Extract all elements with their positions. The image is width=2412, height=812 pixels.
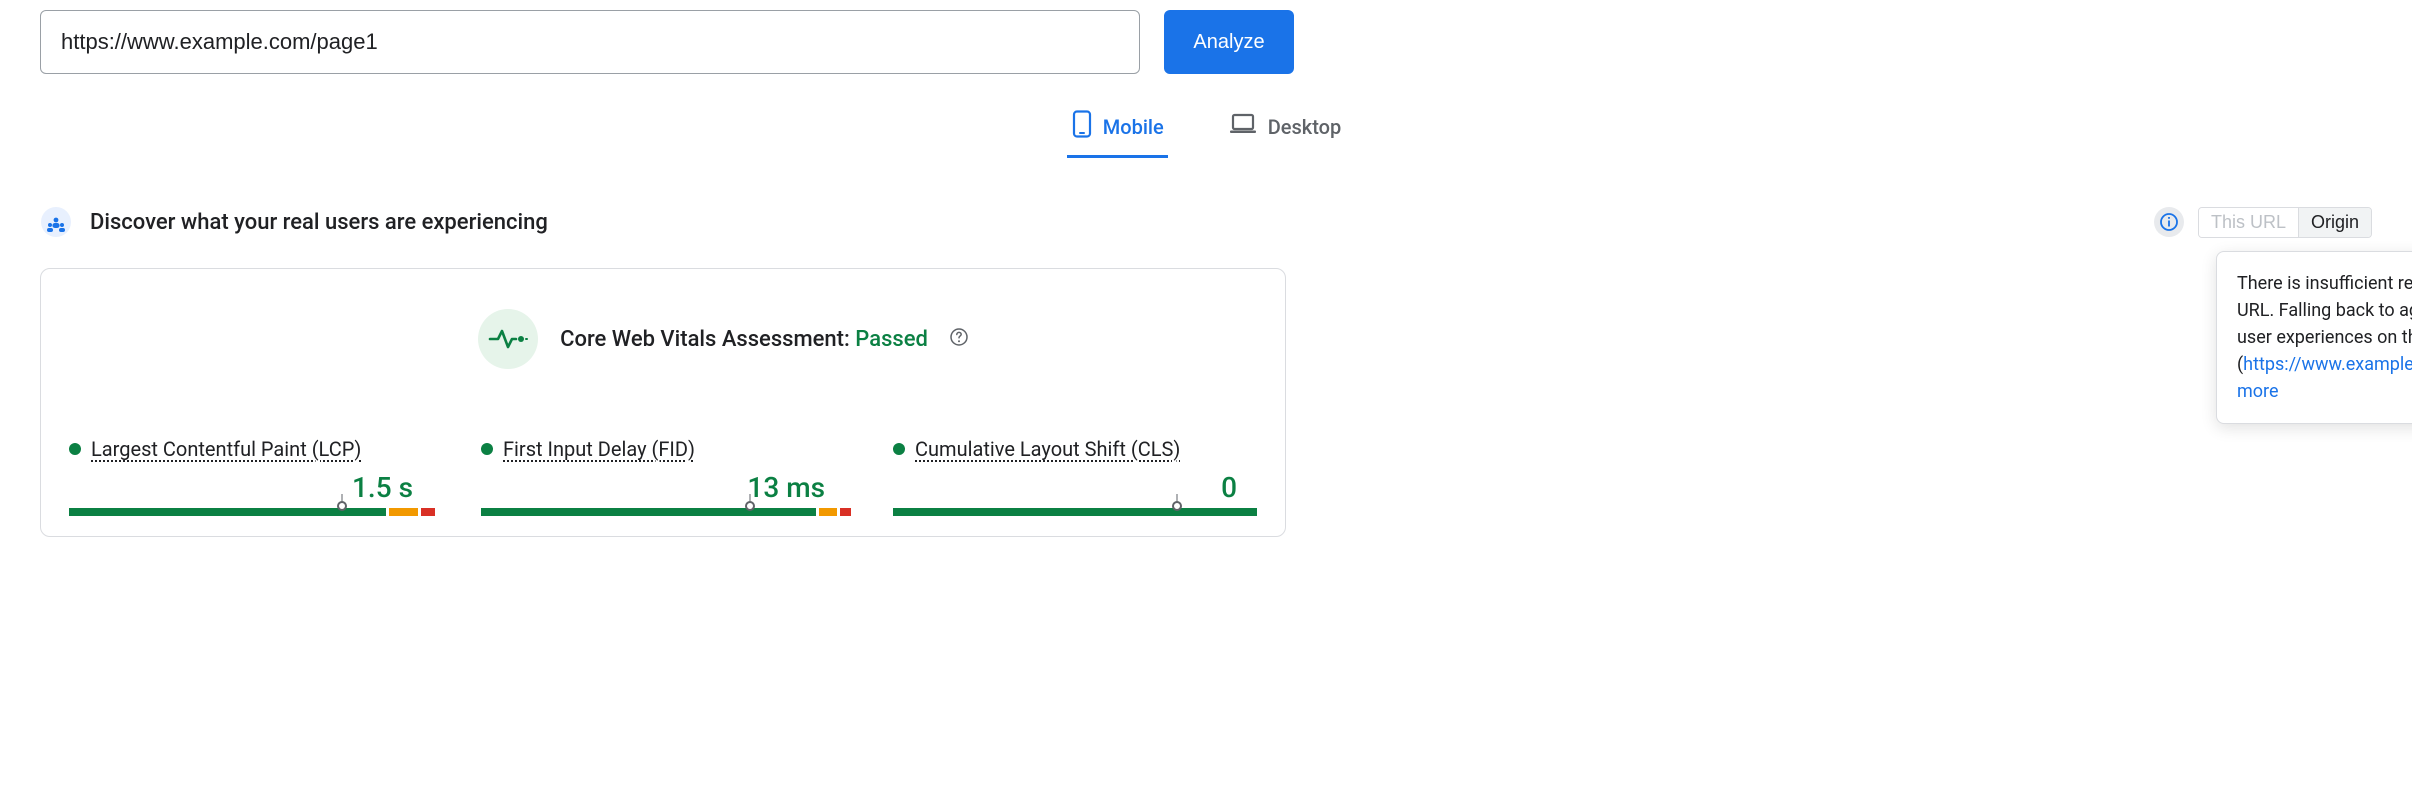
device-tabs: Mobile Desktop (40, 102, 2372, 158)
metric-lcp-title[interactable]: Largest Contentful Paint (LCP) (91, 437, 361, 461)
metric-fid-bar (481, 508, 845, 522)
scope-toggle: This URL Origin (2198, 207, 2372, 238)
assessment-row: Core Web Vitals Assessment: Passed (129, 309, 1317, 369)
metric-fid-title[interactable]: First Input Delay (FID) (503, 437, 695, 461)
metric-cls-value: 0 (893, 471, 1257, 504)
metric-cls-bar (893, 508, 1257, 522)
metrics-row: Largest Contentful Paint (LCP) 1.5 s Fir… (69, 437, 1257, 522)
marker-icon (1172, 501, 1182, 511)
section-title: Discover what your real users are experi… (90, 210, 548, 235)
tooltip-origin-link[interactable]: https://www.example.com (2243, 354, 2412, 375)
metric-cls: Cumulative Layout Shift (CLS) 0 (893, 437, 1257, 522)
tab-mobile[interactable]: Mobile (1067, 102, 1168, 158)
tab-mobile-label: Mobile (1103, 115, 1164, 139)
status-dot-icon (69, 443, 81, 455)
info-icon[interactable] (2154, 207, 2184, 237)
laptop-icon (1228, 112, 1258, 141)
assessment-label: Core Web Vitals Assessment: (560, 327, 855, 352)
insufficient-data-tooltip: There is insufficient real-user data for… (2216, 251, 2412, 424)
scope-toggle-origin[interactable]: Origin (2298, 208, 2371, 237)
help-icon[interactable] (950, 327, 968, 351)
metric-lcp-bar (69, 508, 433, 522)
scope-toggle-this-url: This URL (2199, 208, 2298, 237)
metric-fid-value: 13 ms (481, 471, 845, 504)
metric-lcp-value: 1.5 s (69, 471, 433, 504)
metric-lcp: Largest Contentful Paint (LCP) 1.5 s (69, 437, 433, 522)
metric-cls-title[interactable]: Cumulative Layout Shift (CLS) (915, 437, 1180, 461)
scope-area: This URL Origin There is insufficient re… (2154, 207, 2372, 238)
marker-icon (337, 501, 347, 511)
url-input-row: Analyze (40, 10, 2372, 74)
assessment-status: Passed (855, 327, 928, 352)
status-dot-icon (893, 443, 905, 455)
section-header: Discover what your real users are experi… (40, 206, 2372, 238)
tab-desktop[interactable]: Desktop (1224, 102, 1346, 158)
url-input[interactable] (40, 10, 1140, 74)
analyze-button[interactable]: Analyze (1164, 10, 1294, 74)
smartphone-icon (1071, 110, 1093, 143)
vitals-card: Core Web Vitals Assessment: Passed Large… (40, 268, 1286, 537)
pulse-icon (478, 309, 538, 369)
assessment-text-wrap: Core Web Vitals Assessment: Passed (560, 327, 928, 352)
tab-desktop-label: Desktop (1268, 115, 1342, 139)
section-header-left: Discover what your real users are experi… (40, 206, 548, 238)
status-dot-icon (481, 443, 493, 455)
metric-fid: First Input Delay (FID) 13 ms (481, 437, 845, 522)
marker-icon (745, 501, 755, 511)
people-globe-icon (40, 206, 72, 238)
